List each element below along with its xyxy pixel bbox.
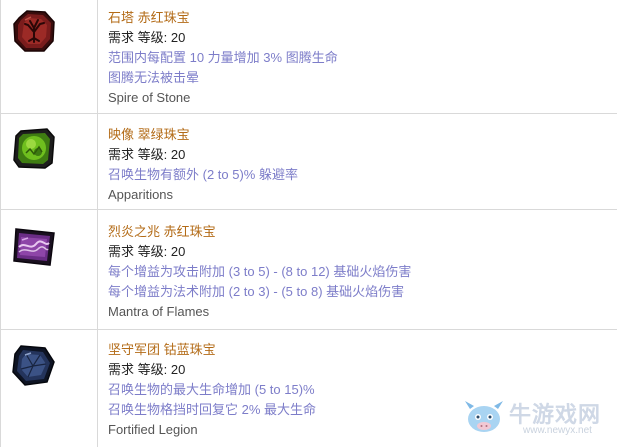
table-row: 映像 翠绿珠宝 需求 等级: 20 召唤生物有额外 (2 to 5)% 躲避率 … [1,114,617,210]
red-jewel-tree-icon [11,8,57,54]
text-cell: 烈炎之兆 赤红珠宝 需求 等级: 20 每个增益为攻击附加 (3 to 5) -… [98,210,617,329]
icon-cell [1,210,98,329]
jewel-mod: 每个增益为法术附加 (2 to 3) - (5 to 8) 基础火焰伤害 [108,284,405,299]
green-jewel-icon [11,125,57,171]
jewel-name: Apparitions [108,187,174,202]
jewel-name: Spire of Stone [108,90,191,105]
icon-cell [1,114,98,209]
table-row: 烈炎之兆 赤红珠宝 需求 等级: 20 每个增益为攻击附加 (3 to 5) -… [1,210,617,330]
table-row: 石塔 赤红珠宝 需求 等级: 20 范围内每配置 10 力量增加 3% 图腾生命… [1,0,617,114]
purple-jewel-icon [10,225,58,269]
jewel-requirement: 需求 等级: 20 [108,244,186,259]
jewel-title: 坚守军团 钴蓝珠宝 [108,342,216,357]
jewel-requirement: 需求 等级: 20 [108,147,186,162]
jewel-requirement: 需求 等级: 20 [108,362,186,377]
jewel-requirement: 需求 等级: 20 [108,30,186,45]
jewel-mod: 范围内每配置 10 力量增加 3% 图腾生命 [108,50,338,65]
jewel-mod: 召唤生物有额外 (2 to 5)% 躲避率 [108,167,298,182]
jewel-mod: 图腾无法被击晕 [108,70,200,85]
jewel-table: 石塔 赤红珠宝 需求 等级: 20 范围内每配置 10 力量增加 3% 图腾生命… [0,0,617,447]
jewel-title: 石塔 赤红珠宝 [108,10,190,25]
jewel-name: Fortified Legion [108,422,198,437]
blue-jewel-icon [9,342,57,388]
jewel-name: Mantra of Flames [108,304,210,319]
icon-cell [1,0,98,113]
cow-mascot-icon [461,393,507,442]
text-cell: 石塔 赤红珠宝 需求 等级: 20 范围内每配置 10 力量增加 3% 图腾生命… [98,0,617,113]
text-cell: 映像 翠绿珠宝 需求 等级: 20 召唤生物有额外 (2 to 5)% 躲避率 … [98,114,617,209]
icon-cell [1,330,98,447]
jewel-title: 映像 翠绿珠宝 [108,127,190,142]
watermark-url: www.newyx.net [523,425,592,436]
jewel-mod: 召唤生物格挡时回复它 2% 最大生命 [108,402,317,417]
jewel-mod: 召唤生物的最大生命增加 (5 to 15)% [108,382,315,397]
jewel-mod: 每个增益为攻击附加 (3 to 5) - (8 to 12) 基础火焰伤害 [108,264,412,279]
jewel-title: 烈炎之兆 赤红珠宝 [108,224,216,239]
site-watermark: 牛游戏网 www.newyx.net [461,393,611,443]
